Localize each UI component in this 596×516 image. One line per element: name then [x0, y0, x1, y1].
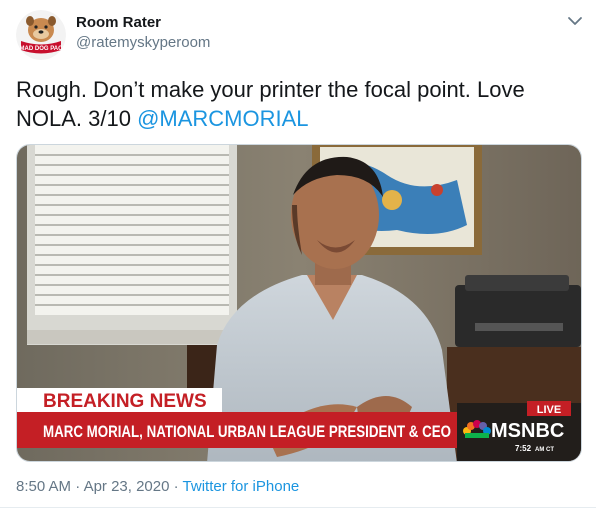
broadcast-time: 7:52 — [515, 444, 532, 453]
author-handle[interactable]: @ratemyskyperoom — [76, 34, 210, 51]
tweet-source-link[interactable]: Twitter for iPhone — [183, 478, 300, 495]
breaking-news-label: BREAKING NEWS — [43, 391, 207, 412]
tweet-date[interactable]: Apr 23, 2020 — [84, 478, 170, 495]
bulldog-logo-icon: MAD DOG PAC — [16, 10, 66, 60]
divider — [0, 507, 596, 508]
video-frame: BREAKING NEWS MARC MORIAL, NATIONAL URBA… — [17, 145, 581, 461]
mention-link[interactable]: @MARCMORIAL — [137, 106, 308, 131]
live-label: LIVE — [537, 404, 561, 416]
tweet-time[interactable]: 8:50 AM — [16, 478, 71, 495]
broadcast-time-zone: AM CT — [535, 447, 554, 453]
author-name[interactable]: Room Rater — [76, 14, 161, 31]
avatar[interactable]: MAD DOG PAC — [16, 10, 66, 60]
window-blinds — [27, 145, 237, 345]
printer — [455, 275, 581, 347]
chevron-down-icon[interactable] — [566, 12, 584, 30]
tweet-media[interactable]: BREAKING NEWS MARC MORIAL, NATIONAL URBA… — [16, 144, 582, 462]
tweet-meta: 8:50 AM · Apr 23, 2020 · Twitter for iPh… — [16, 478, 299, 495]
meta-separator-2: · — [173, 478, 179, 495]
network-name: MSNBC — [491, 420, 564, 442]
tweet-text: Rough. Don’t make your printer the focal… — [16, 75, 580, 133]
lower-third-text: MARC MORIAL, NATIONAL URBAN LEAGUE PRESI… — [43, 422, 451, 441]
svg-text:MAD DOG PAC: MAD DOG PAC — [20, 46, 64, 52]
meta-separator: · — [75, 478, 81, 495]
